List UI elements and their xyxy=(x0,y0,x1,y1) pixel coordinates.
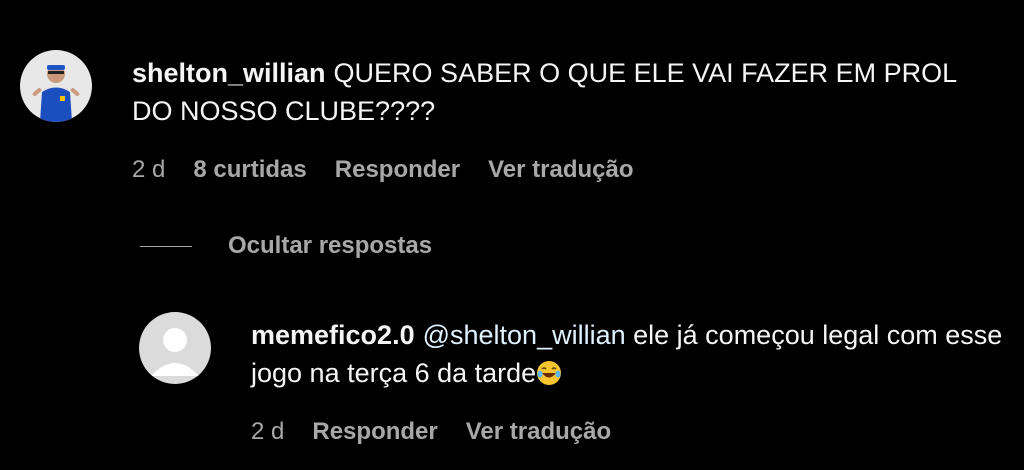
comment-translate-button[interactable]: Ver tradução xyxy=(488,156,633,184)
default-avatar-icon xyxy=(139,312,211,384)
comment-likes[interactable]: 8 curtidas xyxy=(193,156,306,184)
reply-mention[interactable]: @shelton_willian xyxy=(423,320,626,350)
reply-reply-button[interactable]: Responder xyxy=(312,418,437,446)
comment-body: shelton_willian QUERO SABER O QUE ELE VAI… xyxy=(132,50,992,184)
comment-meta: 2 d 8 curtidas Responder Ver tradução xyxy=(132,156,992,184)
laughing-tears-emoji-icon xyxy=(537,361,562,385)
reply-text-block: memefico2.0 @shelton_willian ele já começ… xyxy=(251,316,1011,392)
reply-meta: 2 d Responder Ver tradução xyxy=(251,418,1011,446)
reply-translate-button[interactable]: Ver tradução xyxy=(466,418,611,446)
hide-replies-label: Ocultar respostas xyxy=(228,232,433,259)
user-photo-icon xyxy=(20,50,92,122)
comment-text-block: shelton_willian QUERO SABER O QUE ELE VAI… xyxy=(132,54,992,130)
comment-time: 2 d xyxy=(132,156,166,183)
avatar[interactable] xyxy=(20,50,92,122)
comment-username[interactable]: shelton_willian xyxy=(132,58,326,88)
reply: memefico2.0 @shelton_willian ele já começ… xyxy=(139,312,1011,446)
reply-body: memefico2.0 @shelton_willian ele já começ… xyxy=(251,312,1011,446)
hide-replies-button[interactable]: Ocultar respostas xyxy=(140,232,432,260)
comment: shelton_willian QUERO SABER O QUE ELE VAI… xyxy=(20,50,992,184)
comment-reply-button[interactable]: Responder xyxy=(335,156,460,184)
reply-avatar[interactable] xyxy=(139,312,211,384)
divider-line xyxy=(140,245,192,247)
reply-time: 2 d xyxy=(251,418,285,445)
reply-username[interactable]: memefico2.0 xyxy=(251,320,415,350)
